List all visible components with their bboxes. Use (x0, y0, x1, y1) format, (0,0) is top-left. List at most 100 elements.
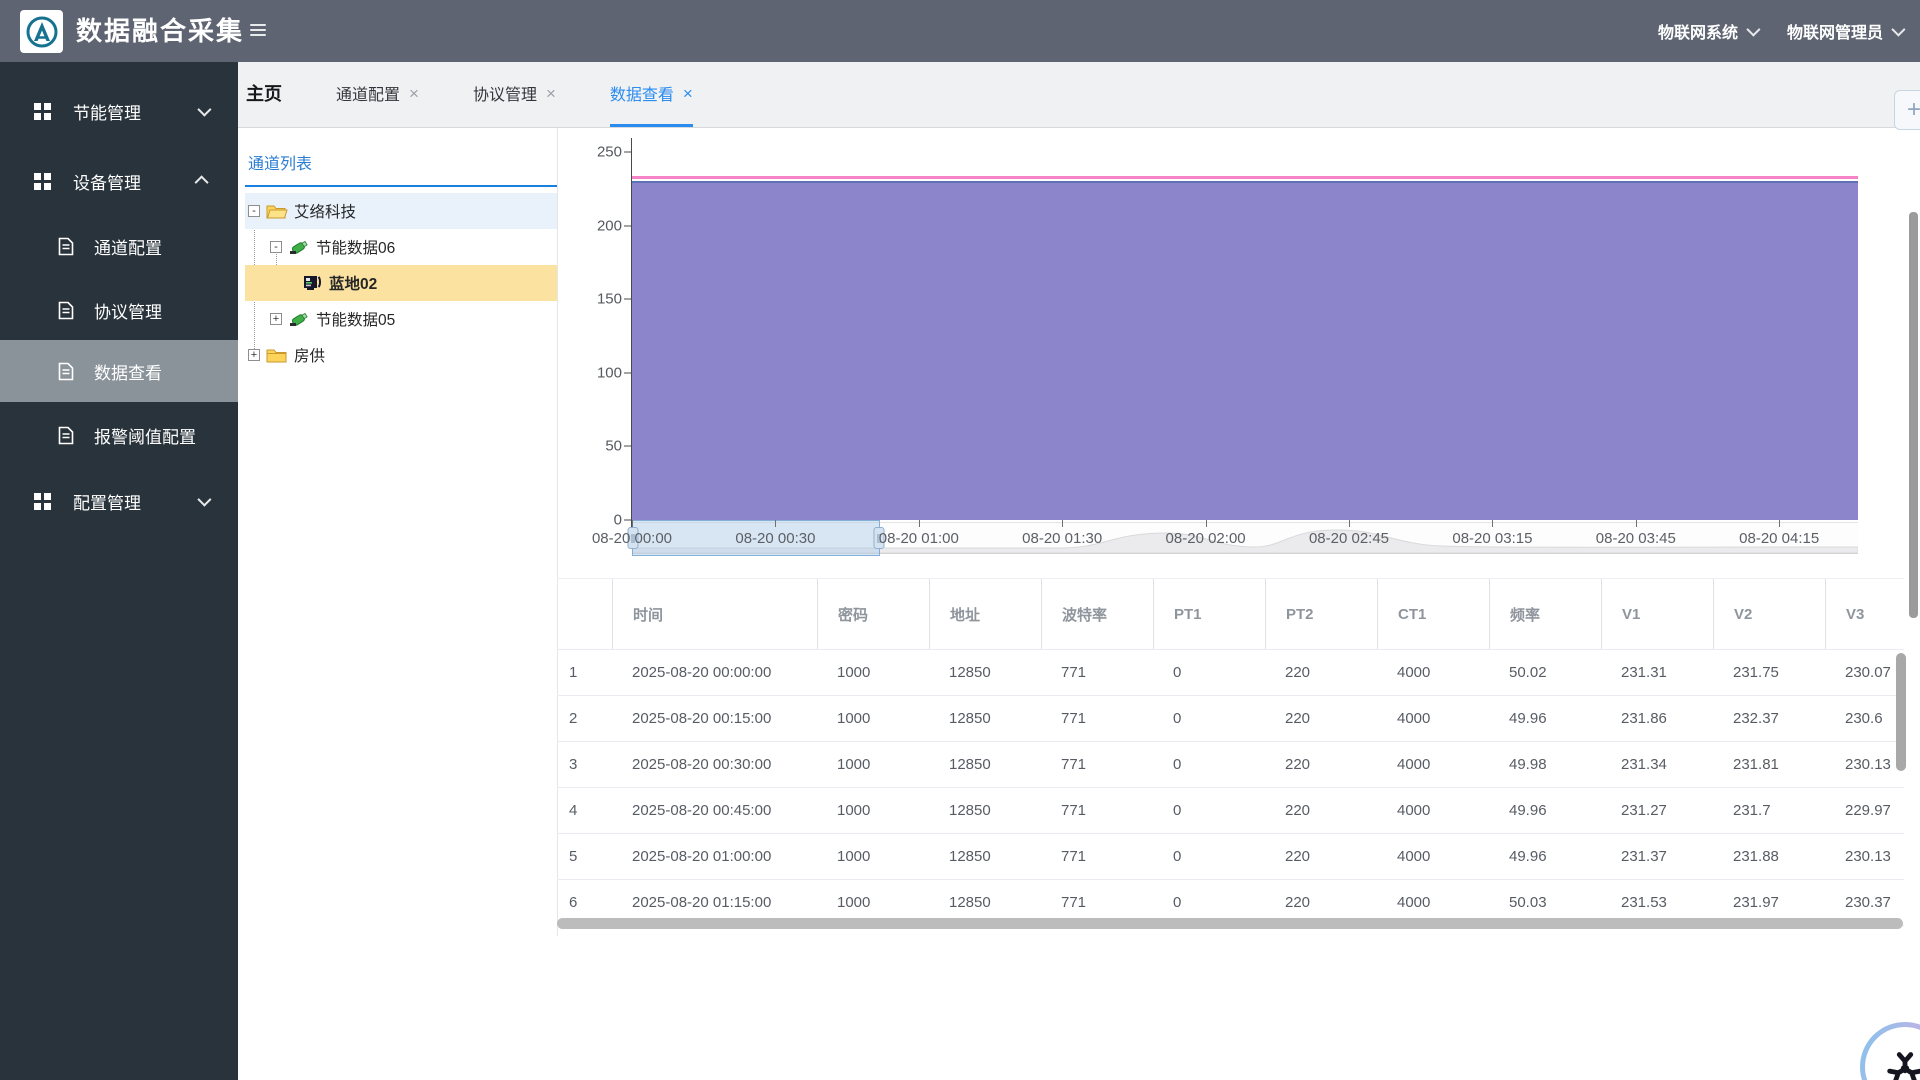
table-row[interactable]: 12025-08-20 00:00:0010001285077102204000… (557, 650, 1904, 696)
close-icon[interactable]: × (546, 85, 556, 102)
expand-icon[interactable]: + (248, 349, 260, 361)
table-cell: 220 (1265, 710, 1377, 727)
column-header[interactable]: 密码 (817, 579, 929, 649)
tab-channel-config[interactable]: 通道配置 × (336, 62, 419, 127)
document-icon (58, 301, 74, 320)
sidebar-item-label: 设备管理 (73, 169, 141, 194)
grid-icon (34, 103, 51, 120)
table-row[interactable]: 22025-08-20 00:15:0010001285077102204000… (557, 696, 1904, 742)
chevron-down-icon (1891, 23, 1905, 37)
tab-label: 通道配置 (336, 81, 400, 105)
table-row[interactable]: 52025-08-20 01:00:0010001285077102204000… (557, 834, 1904, 880)
column-header[interactable]: V1 (1601, 579, 1713, 649)
sidebar-item-protocol-mgmt[interactable]: 协议管理 (0, 282, 238, 338)
sidebar-item-alarm-threshold[interactable]: 报警阈值配置 (0, 407, 238, 463)
collapse-icon[interactable]: - (248, 205, 260, 217)
y-axis-tick (624, 225, 631, 226)
document-icon (58, 426, 74, 445)
close-icon[interactable]: × (409, 85, 419, 102)
sidebar-item-label: 报警阈值配置 (94, 423, 196, 448)
tree-node-channel-05[interactable]: + 节能数据05 (245, 301, 557, 337)
table-cell: 2025-08-20 01:00:00 (612, 848, 817, 865)
grid-icon (34, 493, 51, 510)
column-header[interactable]: 频率 (1489, 579, 1601, 649)
column-header[interactable]: 波特率 (1041, 579, 1153, 649)
sidebar-item-config-mgmt[interactable]: 配置管理 (0, 473, 238, 529)
sidebar-item-label: 数据查看 (94, 359, 162, 384)
chevron-down-icon (197, 493, 211, 507)
system-menu-label: 物联网系统 (1658, 19, 1738, 43)
column-header[interactable]: CT1 (1377, 579, 1489, 649)
y-axis-tick (624, 299, 631, 300)
sidebar-item-energy-mgmt[interactable]: 节能管理 (0, 83, 238, 139)
tree-node-label: 蓝地02 (329, 272, 377, 294)
channel-tree-panel: 通道列表 - 艾络科技 - 节能数据06 (245, 150, 557, 373)
close-icon[interactable]: × (683, 85, 693, 102)
expand-icon[interactable]: + (270, 313, 282, 325)
floating-assistant-button[interactable] (1860, 1022, 1920, 1080)
table-cell: 1000 (817, 848, 929, 865)
table-cell: 2025-08-20 00:30:00 (612, 756, 817, 773)
sidebar-item-label: 协议管理 (94, 298, 162, 323)
table-cell: 220 (1265, 802, 1377, 819)
collapse-icon[interactable]: - (270, 241, 282, 253)
column-header[interactable]: PT2 (1265, 579, 1377, 649)
table-cell: 49.96 (1489, 710, 1601, 727)
x-axis-tick (1779, 520, 1780, 527)
table-cell: 3 (557, 756, 612, 773)
column-header[interactable]: V2 (1713, 579, 1825, 649)
tab-home[interactable]: 主页 (246, 62, 282, 127)
x-axis-label: 08-20 00:00 (592, 530, 672, 547)
data-chart: 050100150200250 08-20 00:0008-20 00:3008… (558, 128, 1920, 568)
add-tab-button[interactable]: + (1894, 90, 1920, 130)
x-axis-tick (632, 520, 633, 527)
tab-data-view[interactable]: 数据查看 × (610, 62, 693, 127)
table-cell: 231.86 (1601, 710, 1713, 727)
tree-node-fanggong[interactable]: + 房供 (245, 337, 557, 373)
folder-closed-icon (266, 347, 288, 364)
tree-node-channel-06[interactable]: - 节能数据06 (245, 229, 557, 265)
sidebar-item-label: 配置管理 (73, 489, 141, 514)
menu-toggle-icon[interactable] (250, 24, 268, 38)
table-cell: 0 (1153, 894, 1265, 911)
user-menu[interactable]: 物联网管理员 (1787, 19, 1902, 43)
column-header[interactable] (557, 579, 612, 649)
tree-node-landi-02[interactable]: 蓝地02 (245, 265, 557, 301)
chevron-down-icon (1746, 23, 1760, 37)
table-row[interactable]: 42025-08-20 00:45:0010001285077102204000… (557, 788, 1904, 834)
app-title: 数据融合采集 (76, 0, 244, 62)
main-vertical-scrollbar[interactable] (1909, 212, 1918, 618)
sidebar-item-channel-config[interactable]: 通道配置 (0, 218, 238, 274)
column-header[interactable]: 地址 (929, 579, 1041, 649)
table-cell: 771 (1041, 802, 1153, 819)
table-row[interactable]: 32025-08-20 00:30:0010001285077102204000… (557, 742, 1904, 788)
table-cell: 2025-08-20 00:15:00 (612, 710, 817, 727)
horizontal-scrollbar[interactable] (557, 918, 1903, 929)
column-header[interactable]: V3 (1825, 579, 1904, 649)
sidebar-item-device-mgmt[interactable]: 设备管理 (0, 153, 238, 209)
table-cell: 220 (1265, 664, 1377, 681)
table-cell: 2025-08-20 00:00:00 (612, 664, 817, 681)
sidebar-item-data-view[interactable]: 数据查看 (0, 340, 238, 402)
table-cell: 231.81 (1713, 756, 1825, 773)
tab-protocol-mgmt[interactable]: 协议管理 × (473, 62, 556, 127)
table-cell: 5 (557, 848, 612, 865)
table-cell: 230.13 (1825, 848, 1904, 865)
column-header[interactable]: 时间 (612, 579, 817, 649)
tree-node-company[interactable]: - 艾络科技 (245, 193, 557, 229)
table-cell: 12850 (929, 802, 1041, 819)
chevron-up-icon (195, 175, 209, 189)
y-axis-tick (624, 372, 631, 373)
device-icon (288, 238, 310, 256)
table-vertical-scrollbar[interactable] (1896, 653, 1906, 771)
column-header[interactable]: PT1 (1153, 579, 1265, 649)
tree-node-label: 房供 (294, 344, 325, 366)
system-menu[interactable]: 物联网系统 (1658, 19, 1757, 43)
chart-x-ticks (632, 520, 1858, 528)
sidebar-item-label: 通道配置 (94, 234, 162, 259)
chart-x-axis: 08-20 00:0008-20 00:3008-20 01:0008-20 0… (632, 530, 1858, 550)
chart-plot: 050100150200250 (632, 152, 1858, 520)
table-cell: 1000 (817, 894, 929, 911)
y-axis-label: 250 (597, 144, 622, 161)
table-cell: 2025-08-20 00:45:00 (612, 802, 817, 819)
